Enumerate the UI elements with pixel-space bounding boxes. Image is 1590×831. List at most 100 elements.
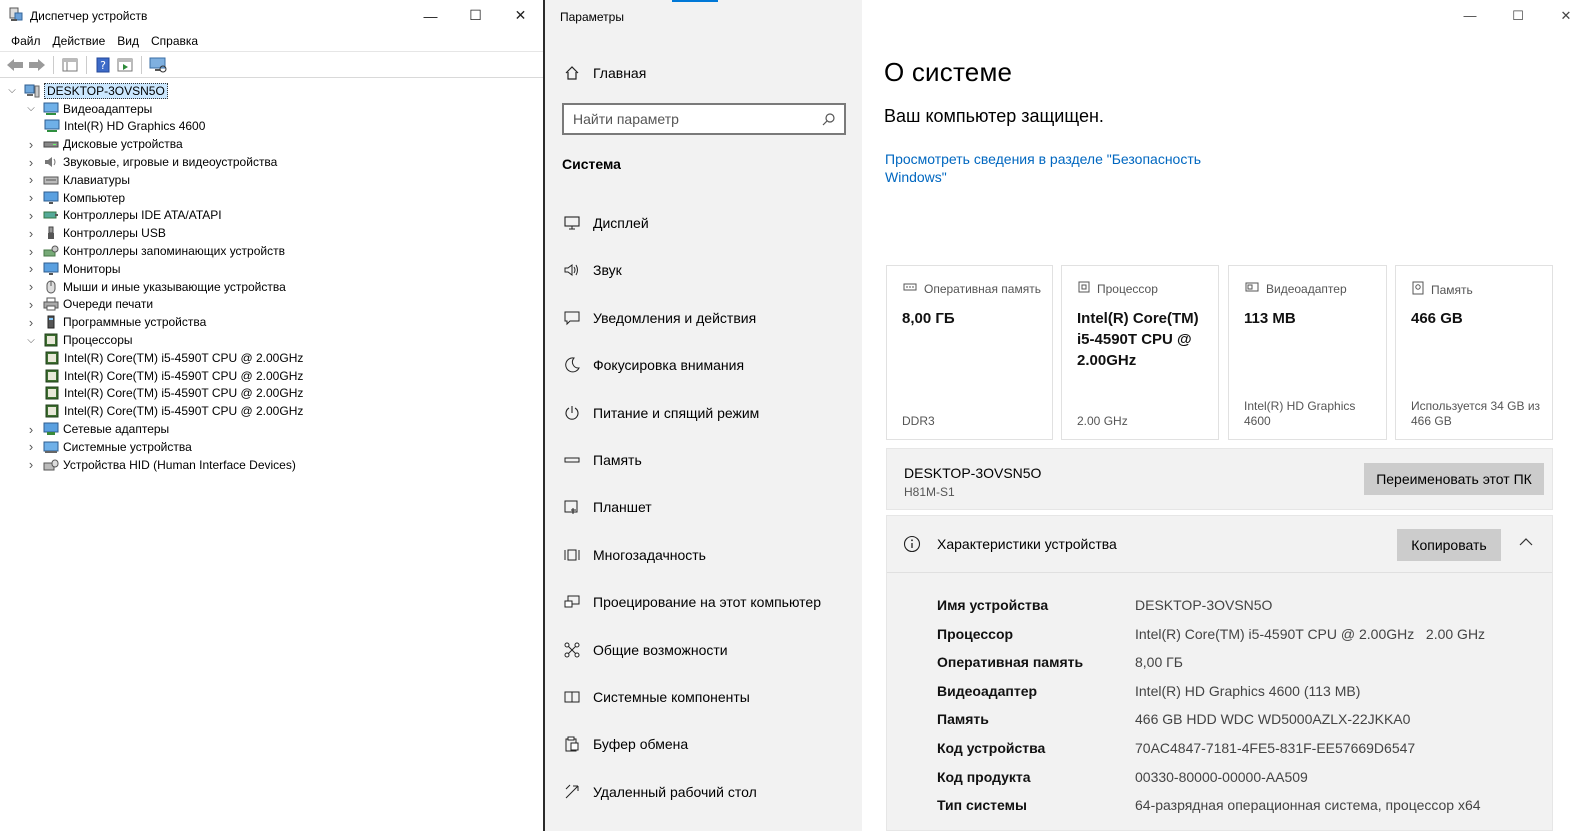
- menu-view[interactable]: Вид: [111, 34, 145, 48]
- chevron-right-icon[interactable]: ›: [25, 279, 37, 294]
- ram-icon: [903, 281, 917, 296]
- nav-item-projecting[interactable]: Проецирование на этот компьютер: [545, 582, 862, 622]
- tree-node[interactable]: ⌵ Видеоадаптеры: [0, 100, 540, 118]
- nav-item-display[interactable]: Дисплей: [545, 203, 862, 243]
- device-specs-header[interactable]: Характеристики устройства Копировать: [887, 516, 1552, 573]
- search-input[interactable]: Найти параметр: [562, 103, 846, 135]
- spec-row: Оперативная память 8,00 ГБ: [937, 654, 1537, 674]
- tree-node[interactable]: › Контроллеры USB: [0, 224, 540, 242]
- rename-pc-button[interactable]: Переименовать этот ПК: [1364, 463, 1544, 495]
- tree-node-label: Очереди печати: [63, 297, 154, 312]
- chevron-up-icon[interactable]: [1519, 534, 1533, 550]
- tree-node[interactable]: › Мониторы: [0, 260, 540, 278]
- maximize-button[interactable]: ☐: [453, 0, 498, 31]
- tree-node[interactable]: › Сетевые адаптеры: [0, 420, 540, 438]
- back-button[interactable]: [5, 55, 25, 75]
- nav-item-sound[interactable]: Звук: [545, 250, 862, 290]
- chevron-down-icon[interactable]: ⌵: [25, 334, 37, 346]
- chevron-right-icon[interactable]: ›: [25, 422, 37, 437]
- tree-node-label: Intel(R) Core(TM) i5-4590T CPU @ 2.00GHz: [64, 386, 304, 401]
- nav-item-storage[interactable]: Память: [545, 440, 862, 480]
- card-header: Процессор: [1078, 281, 1158, 296]
- chevron-right-icon[interactable]: ›: [25, 315, 37, 330]
- close-button[interactable]: ✕: [498, 0, 543, 31]
- nav-item-shared-experiences[interactable]: Общие возможности: [545, 630, 862, 670]
- tree-node[interactable]: Intel(R) Core(TM) i5-4590T CPU @ 2.00GHz: [0, 349, 540, 367]
- chevron-right-icon[interactable]: ›: [25, 137, 37, 152]
- tree-node[interactable]: Intel(R) HD Graphics 4600: [0, 118, 540, 136]
- accent-bar: [672, 0, 718, 2]
- tree-node[interactable]: Intel(R) Core(TM) i5-4590T CPU @ 2.00GHz: [0, 402, 540, 420]
- tree-node[interactable]: Intel(R) Core(TM) i5-4590T CPU @ 2.00GHz: [0, 367, 540, 385]
- chevron-right-icon[interactable]: ›: [25, 439, 37, 454]
- properties-button[interactable]: [115, 55, 135, 75]
- tree-node[interactable]: ⌵ DESKTOP-3OVSN5O: [0, 82, 540, 100]
- chevron-down-icon[interactable]: ⌵: [6, 85, 18, 97]
- chevron-right-icon[interactable]: ›: [25, 244, 37, 259]
- security-link[interactable]: Просмотреть сведения в разделе "Безопасн…: [885, 150, 1205, 186]
- nav-item-notifications[interactable]: Уведомления и действия: [545, 298, 862, 338]
- nav-item-system-components[interactable]: Системные компоненты: [545, 677, 862, 717]
- gpu-icon: [1245, 281, 1259, 296]
- page-title: О системе: [884, 57, 1013, 87]
- nav-item-multitasking[interactable]: Многозадачность: [545, 535, 862, 575]
- notifications-icon: [545, 310, 593, 326]
- spec-card: Оперативная память 8,00 ГБ DDR3: [886, 265, 1053, 440]
- nav-home[interactable]: Главная: [545, 53, 862, 93]
- settings-nav-pane: Параметры Главная Найти параметр Система…: [545, 0, 862, 831]
- console-tree-icon: [62, 58, 78, 71]
- chevron-right-icon[interactable]: ›: [25, 261, 37, 276]
- tree-node[interactable]: › Мыши и иные указывающие устройства: [0, 278, 540, 296]
- tree-node[interactable]: › Дисковые устройства: [0, 135, 540, 153]
- tree-node[interactable]: › Звуковые, игровые и видеоустройства: [0, 153, 540, 171]
- menu-action[interactable]: Действие: [47, 34, 112, 48]
- tree-node[interactable]: › Контроллеры IDE ATA/ATAPI: [0, 207, 540, 225]
- scan-hardware-button[interactable]: [148, 55, 168, 75]
- spec-key: Код продукта: [937, 768, 1031, 785]
- tree-node[interactable]: › Программные устройства: [0, 313, 540, 331]
- tree-node[interactable]: Intel(R) Core(TM) i5-4590T CPU @ 2.00GHz: [0, 385, 540, 403]
- nav-item-tablet[interactable]: Планшет: [545, 487, 862, 527]
- chevron-right-icon[interactable]: ›: [25, 190, 37, 205]
- tree-node[interactable]: › Системные устройства: [0, 438, 540, 456]
- card-header: Память: [1412, 281, 1473, 298]
- show-hide-console-button[interactable]: [60, 55, 80, 75]
- network-adapter-icon: [43, 422, 59, 436]
- nav-item-clipboard[interactable]: Буфер обмена: [545, 724, 862, 764]
- nav-item-label: Системные компоненты: [593, 689, 750, 705]
- settings-minimize-button[interactable]: —: [1446, 0, 1494, 31]
- chevron-right-icon[interactable]: ›: [25, 208, 37, 223]
- monitor-icon: [43, 262, 59, 276]
- menu-help[interactable]: Справка: [145, 34, 204, 48]
- settings-window: Параметры Главная Найти параметр Система…: [545, 0, 1590, 831]
- menu-file[interactable]: Файл: [5, 34, 47, 48]
- tree-node[interactable]: › Очереди печати: [0, 296, 540, 314]
- tree-node[interactable]: ⌵ Процессоры: [0, 331, 540, 349]
- settings-maximize-button[interactable]: ☐: [1494, 0, 1542, 31]
- minimize-button[interactable]: —: [408, 0, 453, 31]
- nav-item-focus-assist[interactable]: Фокусировка внимания: [545, 345, 862, 385]
- help-button[interactable]: ?: [93, 55, 113, 75]
- search-icon: [822, 112, 836, 129]
- tree-node[interactable]: › Клавиатуры: [0, 171, 540, 189]
- storage-controller-icon: [43, 244, 59, 258]
- chevron-right-icon[interactable]: ›: [25, 457, 37, 472]
- nav-item-remote-desktop[interactable]: Удаленный рабочий стол: [545, 772, 862, 812]
- card-header-label: Оперативная память: [924, 281, 1041, 296]
- nav-item-power[interactable]: Питание и спящий режим: [545, 393, 862, 433]
- processor-icon: [44, 404, 60, 418]
- settings-close-button[interactable]: ✕: [1542, 0, 1590, 31]
- tree-node[interactable]: › Контроллеры запоминающих устройств: [0, 242, 540, 260]
- spec-row: Видеоадаптер Intel(R) HD Graphics 4600 (1…: [937, 683, 1537, 703]
- chevron-right-icon[interactable]: ›: [25, 226, 37, 241]
- tree-node[interactable]: › Устройства HID (Human Interface Devices…: [0, 456, 540, 474]
- scan-hardware-icon: [149, 57, 167, 72]
- copy-button[interactable]: Копировать: [1397, 529, 1501, 561]
- chevron-right-icon[interactable]: ›: [25, 297, 37, 312]
- tree-node[interactable]: › Компьютер: [0, 189, 540, 207]
- chevron-right-icon[interactable]: ›: [25, 172, 37, 187]
- chevron-right-icon[interactable]: ›: [25, 155, 37, 170]
- chevron-down-icon[interactable]: ⌵: [25, 103, 37, 115]
- forward-button[interactable]: [27, 55, 47, 75]
- properties-icon: [117, 58, 133, 71]
